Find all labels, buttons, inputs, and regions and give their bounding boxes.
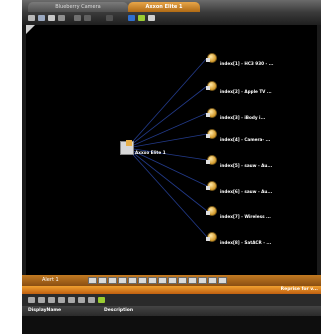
node-flag-icon [206, 237, 210, 241]
tool-icon[interactable] [78, 297, 85, 303]
page-button[interactable] [148, 277, 157, 284]
device-label-1: index[1] - HC3 930 - ... [220, 61, 274, 66]
page-button[interactable] [108, 277, 117, 284]
settings-icon[interactable] [148, 15, 155, 21]
active-tool-icon[interactable] [98, 297, 105, 303]
device-label-2: index[2] - Apple TV ... [220, 89, 272, 94]
panel-icon[interactable] [138, 15, 145, 21]
node-flag-icon [206, 86, 210, 90]
node-flag-icon [206, 186, 210, 190]
device-label-4: index[4] - Camera- ... [220, 137, 271, 142]
lower-toolbar [22, 294, 321, 306]
zoom-icon[interactable] [74, 15, 81, 21]
tab-bar: Blueberry Camera Axxon Elite 1 [22, 0, 321, 12]
edge-3 [126, 112, 208, 149]
device-node-2[interactable] [206, 81, 217, 91]
device-node-4[interactable] [206, 129, 217, 139]
alert-bar: Alert 1 [22, 275, 321, 286]
grid-icon[interactable] [128, 15, 135, 21]
page-button[interactable] [98, 277, 107, 284]
tab-axxon-elite[interactable]: Axxon Elite 1 [128, 2, 200, 12]
node-flag-icon [206, 113, 210, 117]
status-text: Reprise for v... [280, 287, 318, 292]
table-header: DisplayName Description [22, 306, 321, 316]
device-node-7[interactable] [206, 206, 217, 216]
page-button[interactable] [188, 277, 197, 284]
page-button[interactable] [168, 277, 177, 284]
network-graph-canvas[interactable]: Axxxo Elite 1 index[1] - HC3 930 - ... i… [26, 25, 317, 275]
root-node[interactable] [120, 140, 134, 155]
page-button[interactable] [178, 277, 187, 284]
edge-2 [126, 85, 208, 149]
node-flag-icon [206, 58, 210, 62]
tool-icon[interactable] [58, 297, 65, 303]
device-node-8[interactable] [206, 232, 217, 242]
zoom-out-icon[interactable] [84, 15, 91, 21]
column-displayname[interactable]: DisplayName [28, 308, 61, 313]
root-flag-icon [126, 140, 132, 146]
device-label-6: index[6] - sauw - Au... [220, 189, 273, 194]
edge-4 [126, 133, 208, 149]
edge-1 [126, 57, 208, 149]
tab-blueberry-camera[interactable]: Blueberry Camera [28, 2, 128, 12]
device-label-5: index[5] - sauw - Au... [220, 163, 273, 168]
tool-icon[interactable] [68, 297, 75, 303]
tool-icon[interactable] [38, 297, 45, 303]
toolbar [22, 12, 321, 25]
device-label-8: index[8] - SatACR - ... [220, 240, 272, 245]
app-window: Blueberry Camera Axxon Elite 1 Axxxo Eli… [22, 0, 321, 334]
device-label-7: index[7] - Wireless ... [220, 214, 271, 219]
page-button[interactable] [208, 277, 217, 284]
link-icon[interactable] [38, 15, 45, 21]
edge-7 [126, 147, 208, 212]
tool-icon[interactable] [48, 297, 55, 303]
page-button[interactable] [198, 277, 207, 284]
device-node-3[interactable] [206, 108, 217, 118]
node-flag-icon [206, 211, 210, 215]
status-bar: Reprise for v... [22, 286, 321, 294]
tool-icon[interactable] [88, 297, 95, 303]
page-button[interactable] [88, 277, 97, 284]
device-label-3: index[3] - iBody i... [220, 115, 266, 120]
root-node-label: Axxxo Elite 1 [135, 150, 166, 155]
page-button[interactable] [118, 277, 127, 284]
page-button[interactable] [128, 277, 137, 284]
device-node-1[interactable] [206, 53, 217, 63]
search-icon[interactable] [48, 15, 55, 21]
tool-icon[interactable] [28, 297, 35, 303]
page-button[interactable] [158, 277, 167, 284]
device-node-5[interactable] [206, 155, 217, 165]
table-body [22, 316, 321, 334]
device-node-6[interactable] [206, 181, 217, 191]
tree-icon[interactable] [58, 15, 65, 21]
node-flag-icon [206, 134, 210, 138]
dot-icon[interactable] [106, 15, 113, 21]
page-button[interactable] [218, 277, 227, 284]
edge-8 [126, 147, 208, 238]
node-flag-icon [206, 160, 210, 164]
alert-label: Alert 1 [42, 277, 59, 283]
wrench-icon[interactable] [28, 15, 35, 21]
page-button[interactable] [138, 277, 147, 284]
column-description[interactable]: Description [104, 308, 133, 313]
